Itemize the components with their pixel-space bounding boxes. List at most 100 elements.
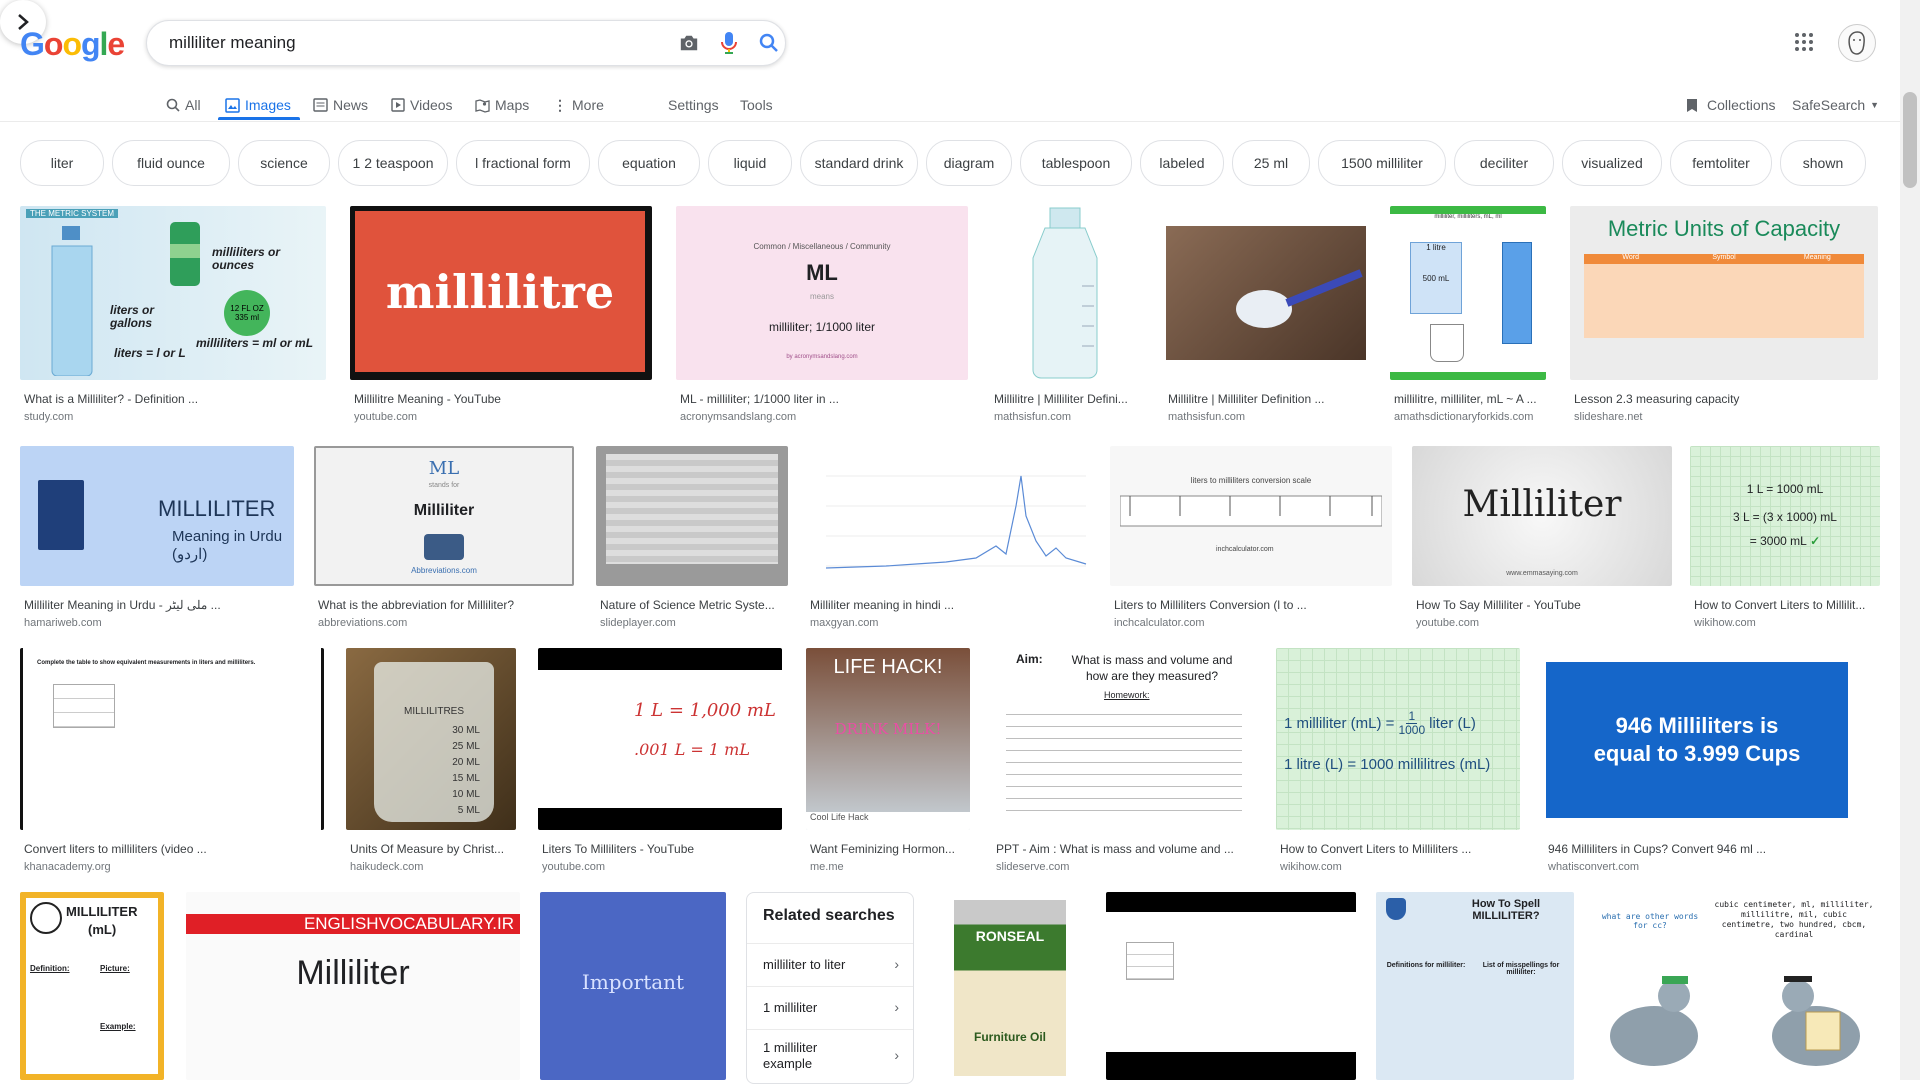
image-result[interactable]: RONSEAL Furniture Oil	[934, 892, 1086, 1080]
chip-label: liquid	[733, 155, 767, 171]
image-result[interactable]: Important	[540, 892, 726, 1080]
thumb-table: Word Symbol Meaning	[1584, 254, 1864, 338]
result-source: maxgyan.com	[810, 617, 879, 629]
image-result[interactable]: 946 Milliliters is equal to 3.999 Cups 9…	[1544, 648, 1878, 873]
thumb-text: THE METRIC SYSTEM	[26, 209, 119, 218]
chip[interactable]: tablespoon	[1020, 140, 1132, 186]
chip[interactable]: deciliter	[1454, 140, 1554, 186]
tab-more[interactable]: ⋮ More	[553, 90, 604, 120]
search-icon	[166, 98, 180, 112]
image-result[interactable]: Metric Units of Capacity Word Symbol Meani…	[1570, 206, 1878, 424]
google-logo[interactable]: Google	[20, 26, 125, 63]
chip[interactable]: fluid ounce	[112, 140, 230, 186]
header-divider	[0, 121, 1900, 122]
chip[interactable]: 25 ml	[1232, 140, 1310, 186]
chip[interactable]: shown	[1780, 140, 1866, 186]
chip-label: 1500 milliliter	[1341, 155, 1423, 171]
spoon-photo	[1166, 226, 1366, 360]
result-source: whatisconvert.com	[1548, 861, 1640, 873]
thumb-text: Complete the table to show equivalent me…	[37, 660, 256, 666]
search-input[interactable]	[167, 31, 651, 55]
video-frame: 1 L = 1,000 mL .001 L = 1 mL	[538, 670, 782, 808]
result-source: me.me	[810, 861, 844, 873]
camera-icon[interactable]	[677, 31, 701, 55]
chip[interactable]: equation	[598, 140, 700, 186]
thumb-text: Cool Life Hack	[806, 812, 970, 830]
result-title: Milliliter meaning in hindi ...	[810, 598, 955, 612]
tab-all[interactable]: All	[166, 90, 201, 120]
image-result[interactable]: millilitre Millilitre Meaning - YouTube …	[350, 206, 652, 424]
safesearch-label: SafeSearch	[1792, 97, 1866, 113]
thumb-text: Milliliter	[413, 502, 475, 519]
image-result[interactable]: Nature of Science Metric Syste... slidep…	[596, 446, 788, 630]
chip[interactable]: 1500 milliliter	[1318, 140, 1446, 186]
tab-label: News	[333, 97, 369, 113]
image-result[interactable]: Milliliter www.emmasaying.com How To Say…	[1412, 446, 1672, 630]
tab-images[interactable]: Images	[225, 90, 291, 120]
image-result[interactable]: MILLILITRES 30 ML 25 ML 20 ML 15 ML 10 ML 5 M…	[346, 648, 516, 873]
chip-label: science	[260, 155, 308, 171]
image-icon	[225, 97, 240, 113]
result-thumbnail: 946 Milliliters is equal to 3.999 Cups	[1544, 648, 1878, 830]
result-thumbnail: Metric Units of Capacity Word Symbol Meani…	[1570, 206, 1878, 380]
chip[interactable]: l fractional form	[456, 140, 590, 186]
image-result[interactable]: Complete the table to show equivalent me…	[20, 648, 324, 873]
image-result[interactable]: 1 L = 1000 mL 3 L = (3 x 1000) mL = 3000…	[1690, 446, 1880, 630]
result-source: amathsdictionaryforkids.com	[1394, 411, 1534, 423]
related-search-item[interactable]: 1 milliliter example ›	[747, 1029, 913, 1084]
related-search-item[interactable]: 1 milliliter ›	[747, 986, 913, 1029]
thumb-text: MILLILITER	[66, 904, 138, 919]
image-result[interactable]: 1 L = 1,000 mL .001 L = 1 mL Liters To M…	[538, 648, 782, 873]
safesearch-dropdown[interactable]: SafeSearch ▼	[1792, 90, 1879, 120]
chip[interactable]: visualized	[1562, 140, 1662, 186]
tab-tools[interactable]: Tools	[740, 90, 773, 120]
thumb-text: = 3000 mL	[1749, 534, 1807, 548]
image-result[interactable]: MILLILITER Meaning in Urdu (اردو) Millil…	[20, 446, 294, 630]
related-search-item[interactable]: milliliter to liter ›	[747, 943, 913, 986]
chip[interactable]: 1 2 teaspoon	[338, 140, 448, 186]
tab-settings[interactable]: Settings	[668, 90, 719, 120]
microphone-icon[interactable]	[717, 31, 741, 55]
scrollbar-thumb[interactable]	[1903, 92, 1917, 188]
chip[interactable]: liquid	[708, 140, 792, 186]
tab-maps[interactable]: Maps	[475, 90, 529, 120]
pigeons-illustration	[1610, 976, 1860, 1066]
result-title: Convert liters to milliliters (video ...	[24, 842, 207, 856]
image-result[interactable]: Millilitre | Milliliter Definition ... m…	[1164, 206, 1366, 424]
chip[interactable]: standard drink	[800, 140, 918, 186]
related-search-label: milliliter to liter	[763, 957, 846, 972]
image-result[interactable]: 1 milliliter (mL) = 1 1000 liter (L) 1 li…	[1276, 648, 1520, 873]
image-result[interactable]: milliliter, milliliters, mL, ml 1 litre 5…	[1390, 206, 1546, 424]
image-result[interactable]: LIFE HACK! DRINK MILK! Cool Life Hack Wa…	[806, 648, 970, 873]
tab-news[interactable]: News	[313, 90, 368, 120]
image-result[interactable]: ENGLISHVOCABULARY.IR Milliliter	[186, 892, 520, 1080]
chip[interactable]: femtoliter	[1670, 140, 1772, 186]
image-result[interactable]: liters to milliliters conversion scale i…	[1110, 446, 1392, 630]
chip-label: standard drink	[814, 155, 904, 171]
image-result[interactable]: ML stands for Milliliter Abbreviations.c…	[314, 446, 574, 630]
related-search-label: 1 milliliter	[763, 1000, 818, 1015]
image-result[interactable]: THE METRIC SYSTEM milliliters or ounces …	[20, 206, 326, 424]
apps-grid-icon[interactable]	[1794, 32, 1814, 52]
image-result[interactable]: Common / Miscellaneous / Community ML me…	[676, 206, 968, 424]
tab-label: Maps	[495, 97, 530, 113]
thumb-text: 5 ML	[457, 805, 480, 816]
image-result[interactable]: Milliliter meaning in hindi ... maxgyan.…	[806, 446, 1090, 630]
chip[interactable]: liter	[20, 140, 104, 186]
image-result[interactable]: How To Spell MILLILITER? Definitions for…	[1376, 892, 1574, 1080]
tab-videos[interactable]: Videos	[391, 90, 453, 120]
chip[interactable]: labeled	[1140, 140, 1224, 186]
image-result[interactable]: MILLILITER (mL) Definition: Picture: Exa…	[20, 892, 164, 1080]
chip[interactable]: science	[238, 140, 330, 186]
image-result[interactable]: Aim: What is mass and volume and how are…	[992, 648, 1254, 873]
avatar[interactable]	[1838, 24, 1876, 62]
result-thumbnail: Aim: What is mass and volume and how are…	[992, 648, 1254, 830]
chip[interactable]: diagram	[926, 140, 1012, 186]
image-result[interactable]: Millilitre | Milliliter Defini... mathsi…	[990, 206, 1144, 424]
result-thumbnail: LIFE HACK! DRINK MILK! Cool Life Hack	[806, 648, 970, 830]
image-result[interactable]	[1106, 892, 1356, 1080]
image-result[interactable]: cubic centimeter, ml, milliliter, millil…	[1594, 892, 1878, 1080]
collections-link[interactable]: Collections	[1686, 90, 1775, 120]
search-icon[interactable]	[757, 31, 781, 55]
map-icon	[475, 98, 490, 113]
